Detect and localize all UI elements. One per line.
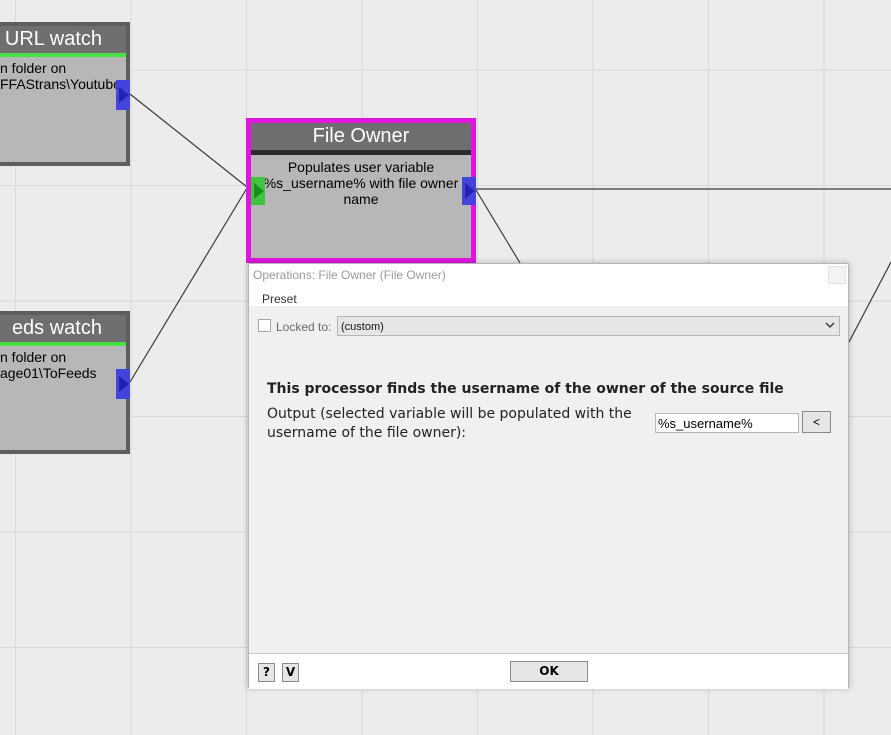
wire-feeds-to-fileowner (129, 187, 248, 383)
desc-line: age01\ToFeeds (0, 365, 97, 381)
desc-line: FFAStrans\Youtube (0, 76, 121, 92)
operations-dialog: Operations: File Owner (File Owner) Pres… (248, 263, 849, 689)
node-description: n folder on age01\ToFeeds (0, 346, 126, 381)
v-button[interactable]: V (282, 663, 299, 682)
locked-label: Locked to: (276, 320, 332, 334)
node-url-watch[interactable]: URL watch n folder on FFAStrans\Youtube (0, 22, 130, 166)
ok-button[interactable]: OK (510, 661, 588, 682)
node-title: URL watch (0, 26, 126, 53)
output-port[interactable] (116, 369, 130, 399)
node-title: eds watch (0, 315, 126, 342)
close-icon[interactable] (828, 266, 846, 284)
node-title: File Owner (251, 123, 471, 150)
dialog-titlebar[interactable]: Operations: File Owner (File Owner) (249, 264, 848, 286)
output-variable-input[interactable] (655, 413, 799, 433)
locked-row: Locked to: (custom) (249, 306, 848, 340)
node-description: Populates user variable %s_username% wit… (263, 159, 459, 207)
node-feeds-watch[interactable]: eds watch n folder on age01\ToFeeds (0, 311, 130, 454)
dialog-menubar: Preset (249, 286, 848, 306)
node-file-owner[interactable]: File Owner Populates user variable %s_us… (246, 118, 476, 263)
locked-checkbox[interactable] (258, 319, 271, 332)
dialog-footer: ? V OK (249, 653, 848, 689)
output-port[interactable] (116, 80, 130, 110)
wire-right-diagonal (848, 261, 891, 343)
locked-select[interactable]: (custom) (337, 316, 840, 336)
input-port[interactable] (251, 177, 265, 205)
wire-url-to-fileowner (129, 93, 248, 188)
desc-line: n folder on (0, 60, 67, 76)
dialog-title: Operations: File Owner (File Owner) (253, 268, 446, 282)
menu-preset[interactable]: Preset (262, 292, 297, 306)
output-port[interactable] (462, 177, 476, 205)
wire-fileowner-down (475, 189, 521, 264)
variable-picker-button[interactable]: < (802, 411, 831, 433)
processor-heading: This processor finds the username of the… (267, 381, 784, 397)
desc-line: n folder on (0, 349, 67, 365)
locked-select-value: (custom) (341, 321, 384, 333)
node-description: n folder on FFAStrans\Youtube (0, 57, 126, 92)
output-label: Output (selected variable will be popula… (267, 406, 632, 441)
chevron-down-icon (825, 322, 835, 328)
help-button[interactable]: ? (258, 663, 275, 682)
